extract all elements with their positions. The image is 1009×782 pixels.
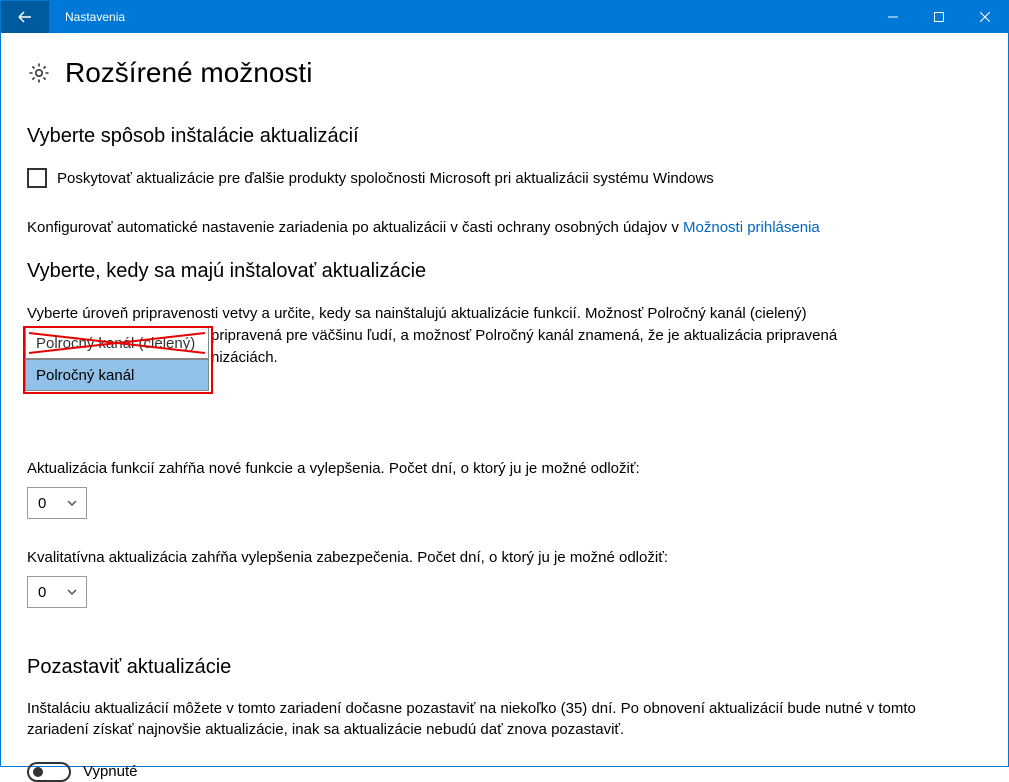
chevron-down-icon xyxy=(66,586,78,598)
feature-defer-value: 0 xyxy=(38,495,46,512)
dropdown-option-targeted[interactable]: Polročný kanál (cielený) xyxy=(25,327,209,359)
heading-when-install: Vyberte, kedy sa majú inštalovať aktuali… xyxy=(27,260,982,283)
minimize-button[interactable] xyxy=(870,1,916,33)
maximize-button[interactable] xyxy=(916,1,962,33)
checkbox-other-ms-products[interactable]: Poskytovať aktualizácie pre ďalšie produ… xyxy=(27,168,982,188)
window-controls xyxy=(870,1,1008,33)
heading-pause-updates: Pozastaviť aktualizácie xyxy=(27,656,982,679)
page-header: Rozšírené možnosti xyxy=(27,57,982,89)
pause-description: Inštaláciu aktualizácií môžete v tomto z… xyxy=(27,699,927,740)
titlebar: Nastavenia xyxy=(1,1,1008,33)
checkbox-label: Poskytovať aktualizácie pre ďalšie produ… xyxy=(57,170,714,187)
quality-defer-select[interactable]: 0 xyxy=(27,576,87,608)
gear-icon xyxy=(27,61,51,89)
pause-toggle-row: Vypnuté xyxy=(27,762,982,782)
checkbox-box-icon xyxy=(27,168,47,188)
signin-options-link[interactable]: Možnosti prihlásenia xyxy=(683,219,820,236)
quality-defer-value: 0 xyxy=(38,584,46,601)
dropdown-option-semiannual[interactable]: Polročný kanál xyxy=(25,359,209,391)
page-title: Rozšírené možnosti xyxy=(65,57,312,89)
chevron-down-icon xyxy=(66,497,78,509)
toggle-knob xyxy=(33,767,43,777)
back-button[interactable] xyxy=(1,1,49,33)
window-title: Nastavenia xyxy=(65,10,870,24)
content-area: Rozšírené možnosti Vyberte spôsob inštal… xyxy=(1,33,1008,782)
feature-defer-select[interactable]: 0 xyxy=(27,487,87,519)
feature-defer-label: Aktualizácia funkcií zahŕňa nové funkcie… xyxy=(27,460,982,477)
pause-toggle[interactable] xyxy=(27,762,71,782)
branch-readiness-block: Vyberte úroveň pripravenosti vetvy a urč… xyxy=(27,303,982,390)
close-button[interactable] xyxy=(962,1,1008,33)
privacy-config-text: Konfigurovať automatické nastavenie zari… xyxy=(27,218,947,238)
quality-defer-label: Kvalitatívna aktualizácia zahŕňa vylepše… xyxy=(27,549,982,566)
branch-readiness-dropdown[interactable]: Polročný kanál (cielený) Polročný kanál xyxy=(25,327,209,391)
pause-toggle-label: Vypnuté xyxy=(83,763,138,780)
heading-install-method: Vyberte spôsob inštalácie aktualizácií xyxy=(27,125,982,148)
